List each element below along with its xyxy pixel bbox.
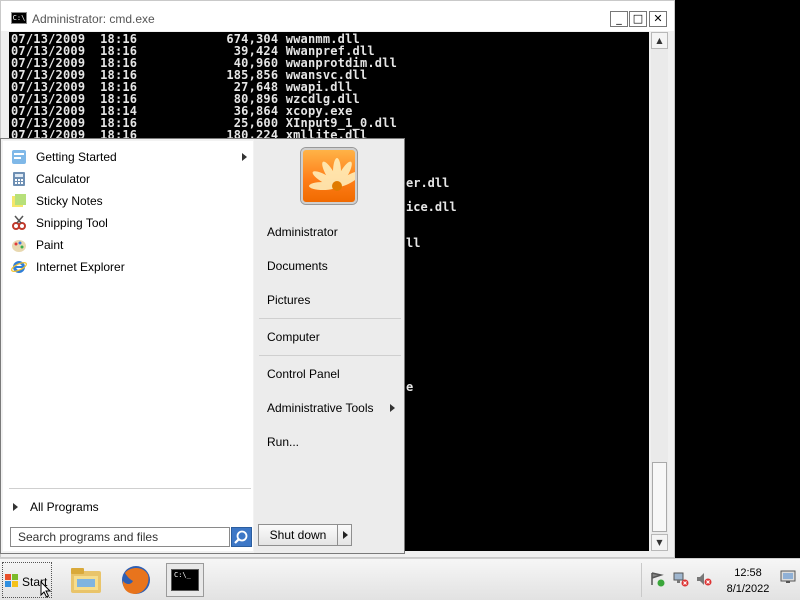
- paint-icon: [12, 240, 26, 252]
- desktop-background: [675, 0, 800, 558]
- explorer-icon[interactable]: [67, 563, 105, 597]
- all-programs-label: All Programs: [30, 500, 99, 514]
- places-administrator[interactable]: Administrator: [267, 225, 338, 239]
- show-desktop-icon[interactable]: [780, 569, 796, 585]
- all-programs-button[interactable]: All Programs: [13, 496, 243, 518]
- separator: [641, 563, 642, 597]
- search-button[interactable]: [231, 527, 252, 547]
- action-center-icon[interactable]: [649, 571, 665, 587]
- program-label: Internet Explorer: [36, 260, 125, 274]
- close-button[interactable]: ✕: [649, 11, 667, 27]
- shutdown-options-button[interactable]: [337, 524, 352, 546]
- program-internet-explorer[interactable]: Internet Explorer: [11, 257, 249, 277]
- places-pictures[interactable]: Pictures: [267, 293, 310, 307]
- cmd-taskbar-button[interactable]: C:\_: [166, 563, 204, 597]
- program-paint[interactable]: Paint: [11, 235, 249, 255]
- mouse-cursor-icon: [40, 581, 52, 598]
- program-getting-started[interactable]: Getting Started: [11, 147, 249, 167]
- sticky-notes-icon: [12, 194, 26, 207]
- network-icon[interactable]: [673, 571, 689, 587]
- program-label: Sticky Notes: [36, 194, 103, 208]
- submenu-arrow-icon: [242, 153, 247, 161]
- places-run[interactable]: Run...: [267, 435, 299, 449]
- taskbar: Start C:\_ 12:58 8/1/2022: [0, 558, 800, 600]
- scroll-down-button[interactable]: ▼: [651, 534, 668, 551]
- start-menu-programs-pane: Getting Started Calculator Sticky Notes: [3, 141, 253, 551]
- console-fragment: e: [406, 380, 414, 394]
- separator: [9, 488, 251, 489]
- vertical-scrollbar[interactable]: ▲ ▼: [651, 32, 668, 551]
- clock-time[interactable]: 12:58: [710, 567, 786, 579]
- program-calculator[interactable]: Calculator: [11, 169, 249, 189]
- calculator-icon: [13, 172, 25, 186]
- places-documents[interactable]: Documents: [267, 259, 328, 273]
- start-button[interactable]: Start: [2, 562, 52, 598]
- console-fragment: er.dll: [406, 176, 450, 190]
- windows-logo-icon: [5, 574, 18, 587]
- scroll-up-button[interactable]: ▲: [651, 32, 668, 49]
- window-title: Administrator: cmd.exe: [32, 12, 155, 26]
- cmd-icon: C:\_: [171, 569, 199, 591]
- places-computer[interactable]: Computer: [267, 330, 320, 344]
- cmd-titlebar[interactable]: C:\ Administrator: cmd.exe _ □ ✕: [1, 1, 674, 31]
- submenu-arrow-icon: [390, 404, 395, 412]
- separator: [259, 355, 401, 356]
- places-control-panel[interactable]: Control Panel: [267, 367, 340, 381]
- internet-explorer-icon: [11, 261, 27, 273]
- search-icon: [234, 530, 248, 544]
- console-fragment: ll: [406, 236, 421, 250]
- program-label: Snipping Tool: [36, 216, 108, 230]
- triangle-right-icon: [343, 531, 348, 539]
- maximize-button[interactable]: □: [629, 11, 647, 27]
- program-snipping-tool[interactable]: Snipping Tool: [11, 213, 249, 233]
- separator: [259, 318, 401, 319]
- clock-date[interactable]: 8/1/2022: [710, 583, 786, 595]
- places-administrative-tools[interactable]: Administrative Tools: [267, 401, 374, 415]
- search-input[interactable]: Search programs and files: [10, 527, 230, 547]
- user-picture[interactable]: [301, 148, 357, 204]
- minimize-button[interactable]: _: [610, 11, 628, 27]
- snipping-tool-icon: [12, 215, 26, 230]
- console-fragment: ice.dll: [406, 200, 457, 214]
- getting-started-icon: [12, 150, 26, 164]
- firefox-icon[interactable]: [117, 563, 155, 597]
- cmd-app-icon[interactable]: C:\: [11, 12, 27, 24]
- shutdown-button[interactable]: Shut down: [258, 524, 338, 546]
- program-label: Calculator: [36, 172, 91, 186]
- program-sticky-notes[interactable]: Sticky Notes: [11, 191, 249, 211]
- program-label: Getting Started: [36, 150, 117, 164]
- program-label: Paint: [36, 238, 64, 252]
- flower-icon: [309, 158, 355, 191]
- triangle-right-icon: [13, 503, 18, 511]
- scroll-thumb[interactable]: [652, 462, 667, 532]
